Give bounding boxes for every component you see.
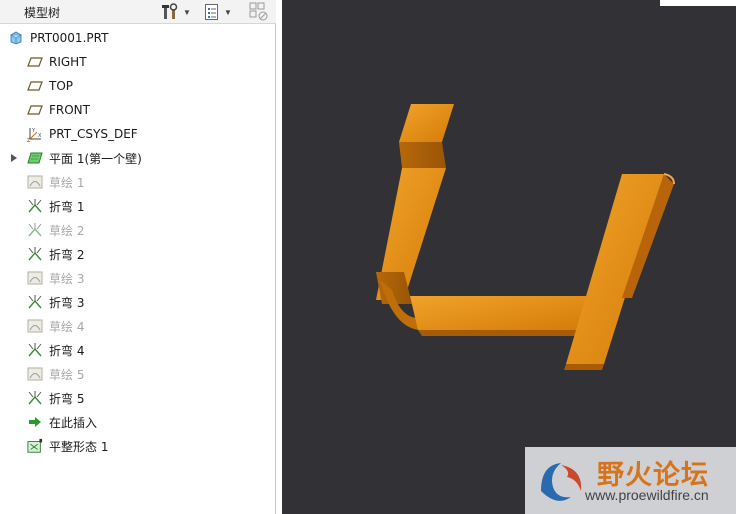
tree-item-right[interactable]: RIGHT: [0, 50, 275, 74]
flat-wall-icon: [27, 150, 43, 166]
sketch-icon: [27, 174, 43, 190]
sheetmetal-part-model[interactable]: [282, 0, 736, 514]
tree-item-label: FRONT: [49, 103, 90, 117]
filter-button[interactable]: [249, 2, 269, 22]
tree-item-bend-4[interactable]: 折弯 4: [0, 338, 275, 362]
tree-root-label: PRT0001.PRT: [30, 31, 109, 45]
sketch-icon: [27, 318, 43, 334]
tree-item-bend-3[interactable]: 折弯 3: [0, 290, 275, 314]
graphics-viewport[interactable]: [282, 0, 736, 514]
tree-item-label: 草绘 4: [49, 319, 85, 334]
model-tree-header: 模型树 ▼ ▼: [0, 0, 276, 24]
tree-item-label: 草绘 1: [49, 175, 85, 190]
tree-item-label: 折弯 2: [49, 247, 85, 262]
tree-item-label: TOP: [49, 79, 74, 93]
tree-item-label: PRT_CSYS_DEF: [49, 127, 138, 141]
bend-icon: [27, 390, 43, 406]
svg-text:Z: Z: [27, 138, 31, 142]
tree-item-top[interactable]: TOP: [0, 74, 275, 98]
datum-plane-icon: [27, 102, 43, 118]
tree-item-sketch-5[interactable]: 草绘 5: [0, 362, 275, 386]
flat-pattern-icon: [27, 438, 43, 454]
bend-icon: [27, 342, 43, 358]
part-cube-icon: [8, 30, 24, 46]
model-tree-title: 模型树: [24, 6, 61, 20]
tree-item-flat-pattern[interactable]: 平整形态 1: [0, 434, 275, 458]
tree-item-label: 折弯 5: [49, 391, 85, 406]
datum-plane-icon: [27, 54, 43, 70]
tree-item-insert-here[interactable]: 在此插入: [0, 410, 275, 434]
tree-item-bend-2[interactable]: 折弯 2: [0, 242, 275, 266]
tree-item-label: 折弯 1: [49, 199, 85, 214]
model-tree-panel: 模型树 ▼ ▼ PRT0001.PRT RIGHT TOP FRONT Y X …: [0, 0, 276, 514]
tree-root-part[interactable]: PRT0001.PRT: [0, 26, 275, 50]
tree-item-label: 草绘 5: [49, 367, 85, 382]
sketch-icon: [27, 366, 43, 382]
datum-plane-icon: [27, 78, 43, 94]
model-tree: PRT0001.PRT RIGHT TOP FRONT Y X Z PRT_CS…: [0, 26, 275, 458]
insert-here-arrow-icon: [27, 414, 43, 430]
sketch-icon: [27, 270, 43, 286]
bend-icon: [27, 294, 43, 310]
flame-logo-icon: [541, 463, 582, 501]
list-document-icon: [205, 4, 218, 20]
chevron-down-icon: ▼: [183, 7, 191, 17]
watermark-url: www.proewildfire.cn: [585, 487, 709, 503]
settings-tools-button[interactable]: ▼: [161, 2, 191, 22]
tree-item-label: 草绘 3: [49, 271, 85, 286]
tree-item-sketch-1[interactable]: 草绘 1: [0, 170, 275, 194]
tree-item-bend-1[interactable]: 折弯 1: [0, 194, 275, 218]
chevron-down-icon: ▼: [224, 7, 232, 17]
tree-item-bend-5[interactable]: 折弯 5: [0, 386, 275, 410]
tree-item-sketch-4[interactable]: 草绘 4: [0, 314, 275, 338]
bend-icon: [27, 198, 43, 214]
expand-arrow-icon[interactable]: [11, 154, 17, 162]
tree-item-csys[interactable]: Y X Z PRT_CSYS_DEF: [0, 122, 275, 146]
filter-grid-icon: [249, 2, 268, 21]
tree-item-front[interactable]: FRONT: [0, 98, 275, 122]
tree-item-sketch-3[interactable]: 草绘 3: [0, 266, 275, 290]
csys-icon: Y X Z: [27, 126, 43, 142]
tree-item-label: 草绘 2: [49, 223, 85, 238]
tree-item-flat-wall[interactable]: 平面 1(第一个壁): [0, 146, 275, 170]
svg-text:X: X: [38, 133, 42, 139]
tree-item-label: 在此插入: [49, 415, 98, 430]
tree-item-label: 平整形态 1: [49, 439, 109, 454]
forum-watermark: 野火论坛 www.proewildfire.cn: [525, 447, 736, 514]
tree-item-label: RIGHT: [49, 55, 87, 69]
tree-item-label: 折弯 3: [49, 295, 85, 310]
tree-item-sketch-2[interactable]: 草绘 2: [0, 218, 275, 242]
tree-item-label: 折弯 4: [49, 343, 85, 358]
tools-icon: [162, 3, 178, 19]
tree-item-label: 平面 1(第一个壁): [49, 151, 142, 166]
bend-icon: [27, 246, 43, 262]
bend-icon: [27, 222, 43, 238]
show-options-button[interactable]: ▼: [204, 2, 232, 22]
